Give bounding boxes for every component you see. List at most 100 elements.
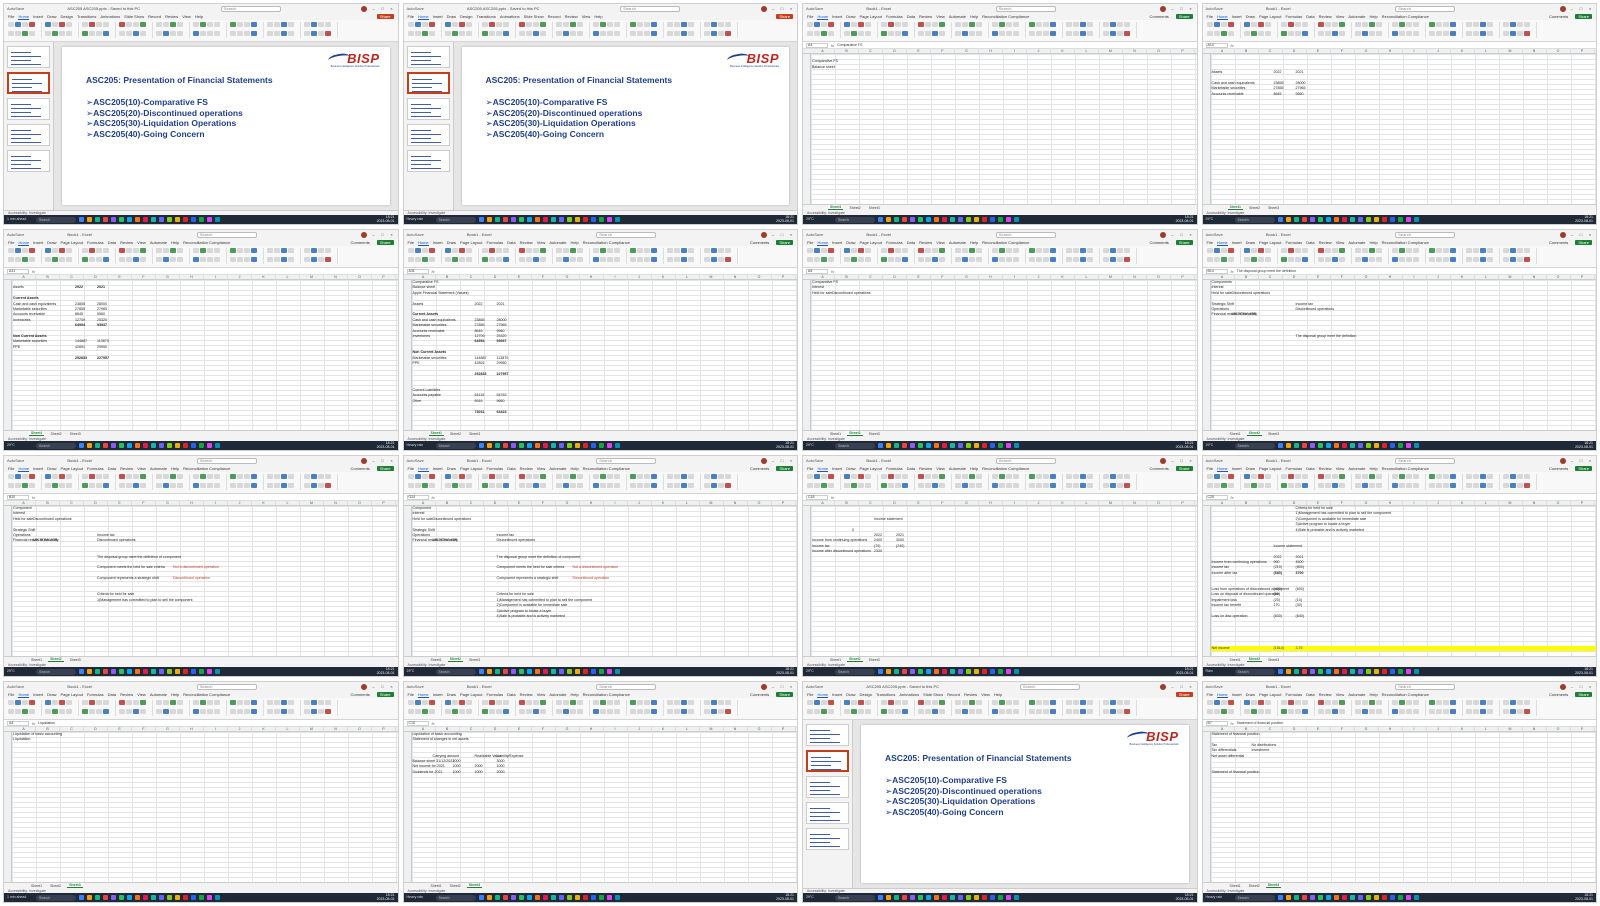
ribbon-button[interactable] [1398, 482, 1405, 488]
column-header[interactable]: A [811, 501, 835, 505]
comments-button[interactable]: Comments [1549, 692, 1568, 697]
ribbon-button[interactable] [1043, 22, 1049, 27]
ribbon-button[interactable] [1043, 700, 1049, 705]
ribbon-button[interactable] [710, 708, 717, 714]
ribbon-button[interactable] [22, 248, 28, 253]
ribbon-button[interactable] [1220, 474, 1227, 479]
ribbon-button[interactable] [15, 474, 21, 479]
ribbon-button[interactable] [1287, 708, 1294, 714]
ribbon-button[interactable] [532, 256, 539, 262]
ribbon-button[interactable] [576, 22, 583, 27]
ribbon-button[interactable] [562, 248, 569, 253]
taskbar-app-icon[interactable] [1397, 443, 1403, 448]
taskbar-app-icon[interactable] [526, 895, 532, 900]
ribbon-button[interactable] [1354, 482, 1361, 488]
user-avatar[interactable] [361, 457, 368, 464]
taskbar-app-icon[interactable] [143, 443, 148, 448]
ribbon-button[interactable] [636, 482, 643, 488]
ribbon-button[interactable] [1050, 30, 1056, 36]
column-header[interactable]: O [348, 501, 372, 505]
ribbon-button[interactable] [1066, 30, 1072, 36]
ribbon-button[interactable] [1331, 22, 1338, 27]
taskbar-app-icon[interactable] [910, 217, 915, 222]
ribbon-button[interactable] [1110, 474, 1116, 479]
slide-thumbnail[interactable] [406, 124, 450, 146]
ribbon-button[interactable] [465, 30, 472, 36]
ribbon-button[interactable] [1243, 474, 1250, 479]
ribbon-tab-help[interactable]: Help [1369, 466, 1377, 471]
column-header[interactable]: O [1547, 501, 1571, 505]
ribbon-button[interactable] [1479, 256, 1486, 262]
taskbar-app-icon[interactable] [111, 443, 116, 448]
ribbon-button[interactable] [1220, 700, 1227, 705]
taskbar-app-icon[interactable] [1317, 669, 1323, 674]
ribbon-button[interactable] [465, 248, 472, 253]
ribbon-button[interactable] [1117, 474, 1123, 479]
ribbon-tab-automate[interactable]: Automate [949, 14, 966, 19]
cell-value[interactable]: 29950 [97, 345, 107, 349]
ribbon-button[interactable] [1066, 708, 1072, 714]
comments-button[interactable]: Comments [350, 466, 369, 471]
ribbon-tab-reconciliation-compliance[interactable]: Reconciliation Compliance [1382, 466, 1429, 471]
ribbon-button[interactable] [1502, 700, 1509, 705]
ribbon-button[interactable] [1361, 474, 1368, 479]
ribbon-button[interactable] [1428, 474, 1435, 479]
ribbon-button[interactable] [724, 700, 731, 705]
ribbon-button[interactable] [592, 700, 599, 705]
taskbar-app-icon[interactable] [175, 895, 180, 900]
ribbon-button[interactable] [1368, 482, 1375, 488]
taskbar-app-icon[interactable] [79, 669, 84, 674]
ribbon-button[interactable] [525, 482, 532, 488]
weather-widget[interactable]: 29°C [806, 895, 832, 900]
ribbon-button[interactable] [1516, 474, 1523, 479]
ribbon-button[interactable] [976, 482, 982, 488]
ribbon-button[interactable] [1050, 22, 1056, 27]
ribbon-button[interactable] [1073, 482, 1079, 488]
ribbon-button[interactable] [717, 700, 724, 705]
ribbon-button[interactable] [918, 248, 924, 253]
ribbon-tab-file[interactable]: File [8, 240, 14, 245]
ribbon-button[interactable] [999, 482, 1005, 488]
ribbon-button[interactable] [643, 708, 650, 714]
close-icon[interactable]: × [388, 684, 394, 689]
cell-value[interactable]: 9560 [497, 329, 505, 333]
column-header[interactable]: C [460, 727, 484, 731]
ribbon-button[interactable] [133, 482, 139, 488]
ribbon-button[interactable] [613, 482, 620, 488]
taskbar-app-icon[interactable] [1317, 895, 1323, 900]
ribbon-button[interactable] [304, 248, 310, 253]
ribbon-button[interactable] [1301, 248, 1308, 253]
ribbon-tab-help[interactable]: Help [594, 14, 602, 19]
cell-value[interactable]: The disposal group meet the definition [1296, 334, 1357, 338]
cell-value[interactable]: 960 [1274, 560, 1280, 564]
share-button[interactable]: Share [376, 692, 394, 697]
ribbon-button[interactable] [15, 482, 21, 488]
ribbon-button[interactable] [502, 256, 509, 262]
ribbon-button[interactable] [1280, 30, 1287, 36]
taskbar-app-icon[interactable] [95, 443, 100, 448]
ribbon-button[interactable] [1331, 708, 1338, 714]
ribbon-button[interactable] [925, 700, 931, 705]
ribbon-button[interactable] [1331, 248, 1338, 253]
taskbar-app-icon[interactable] [534, 217, 540, 222]
ribbon-button[interactable] [1361, 30, 1368, 36]
ribbon-button[interactable] [807, 256, 813, 262]
cell-value[interactable]: Marketable securities [413, 356, 447, 360]
taskbar-app-icon[interactable] [1349, 217, 1355, 222]
ribbon-tab-review[interactable]: Review [1319, 240, 1332, 245]
ribbon-button[interactable] [311, 700, 317, 705]
cell-value[interactable]: 12709 [475, 334, 485, 338]
ribbon-button[interactable] [495, 482, 502, 488]
share-button[interactable]: Share [776, 692, 793, 697]
ribbon-button[interactable] [1080, 256, 1086, 262]
sheet-tab-sheet1[interactable]: Sheet1 [429, 884, 444, 888]
ribbon-button[interactable] [955, 22, 961, 27]
taskbar-app-icon[interactable] [1381, 217, 1387, 222]
taskbar-app-icon[interactable] [207, 217, 212, 222]
ribbon-button[interactable] [1428, 482, 1435, 488]
ribbon-button[interactable] [1465, 474, 1472, 479]
weather-widget[interactable]: Rain [1206, 669, 1232, 674]
ribbon-button[interactable] [532, 474, 539, 479]
ribbon-button[interactable] [1523, 22, 1530, 27]
column-header[interactable]: C [1259, 49, 1283, 53]
